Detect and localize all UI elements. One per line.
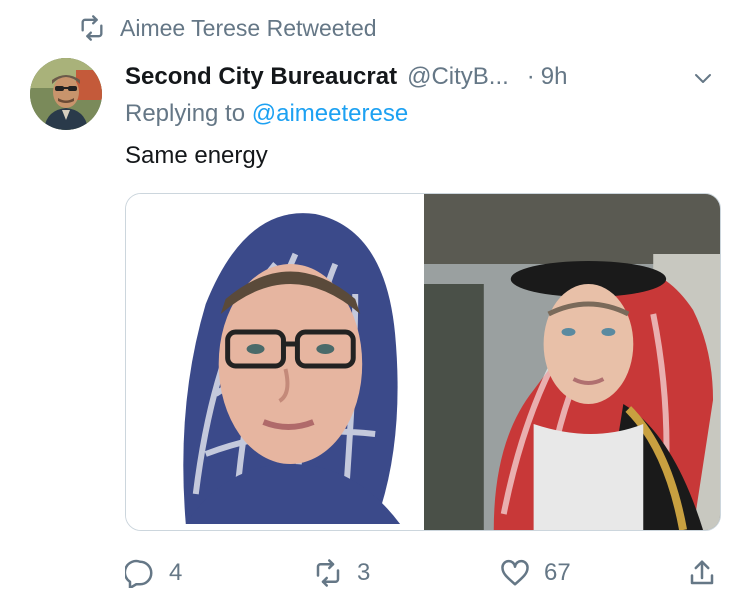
retweet-label: Aimee Terese Retweeted (120, 14, 377, 41)
reply-prefix: Replying to (125, 100, 246, 127)
like-button[interactable]: 67 (500, 558, 571, 588)
retweet-context[interactable]: Aimee Terese Retweeted (78, 14, 377, 42)
display-name[interactable]: Second City Bureaucrat (125, 63, 397, 91)
tweet-text: Same energy (125, 142, 268, 169)
reply-count: 4 (169, 559, 183, 586)
media-image-left[interactable] (126, 194, 422, 530)
reply-context: Replying to @aimeeterese (125, 100, 408, 128)
avatar-image (30, 58, 102, 130)
user-handle[interactable]: @CityB... (407, 63, 509, 91)
avatar[interactable] (30, 58, 102, 130)
retweet-button[interactable]: 3 (313, 558, 370, 588)
media-image-right[interactable] (422, 194, 720, 530)
tweet-timestamp[interactable]: 9h (541, 63, 568, 91)
reply-icon (125, 559, 153, 588)
retweet-icon (81, 15, 103, 41)
reply-button[interactable]: 4 (125, 558, 182, 588)
heart-icon (501, 559, 529, 586)
reply-mention-link[interactable]: @aimeeterese (252, 100, 408, 127)
retweet-count: 3 (357, 559, 371, 586)
man-keffiyeh-photo (424, 194, 720, 530)
retweet-action-icon (316, 559, 340, 587)
tweet-media (125, 193, 721, 531)
like-count: 67 (544, 559, 571, 586)
share-icon (690, 560, 714, 585)
share-button[interactable] (687, 558, 717, 588)
tweet-actions: 4 3 67 (125, 558, 725, 594)
separator-dot: · (526, 63, 535, 90)
chevron-down-icon[interactable] (691, 66, 715, 90)
tweet-header: Second City Bureaucrat @CityB... · 9h (125, 60, 725, 94)
woman-headscarf-photo (126, 194, 422, 530)
